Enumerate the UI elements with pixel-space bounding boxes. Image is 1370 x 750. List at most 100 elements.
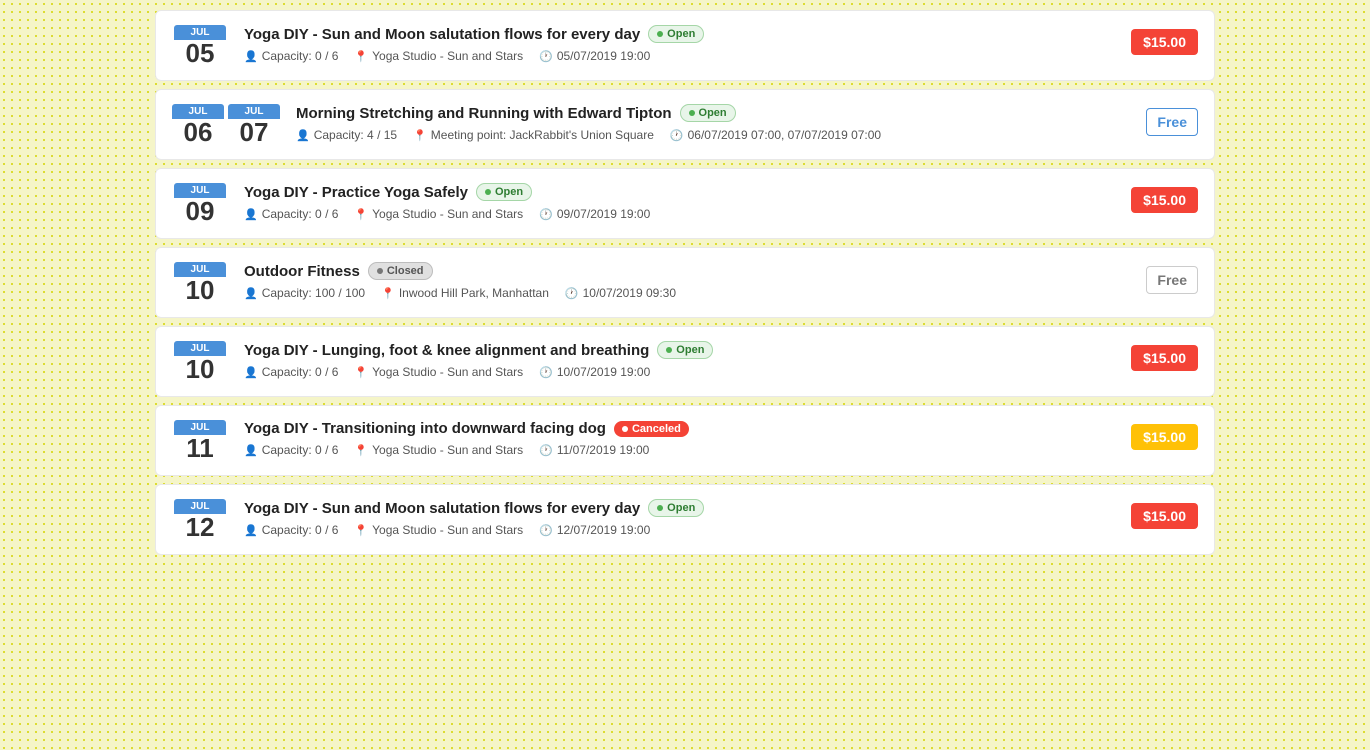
event-meta: 👤 Capacity: 4 / 15 📍 Meeting point: Jack… bbox=[296, 128, 1130, 142]
event-title: Morning Stretching and Running with Edwa… bbox=[296, 105, 672, 122]
person-icon: 👤 bbox=[244, 366, 258, 379]
location-icon: 📍 bbox=[354, 444, 368, 457]
event-title-row: Yoga DIY - Transitioning into downward f… bbox=[244, 420, 1115, 437]
location-text: Yoga Studio - Sun and Stars bbox=[372, 523, 523, 537]
location-meta: 📍 Inwood Hill Park, Manhattan bbox=[381, 286, 549, 300]
capacity-text: Capacity: 0 / 6 bbox=[262, 443, 339, 457]
location-text: Yoga Studio - Sun and Stars bbox=[372, 443, 523, 457]
event-content: Yoga DIY - Transitioning into downward f… bbox=[244, 420, 1115, 457]
price-label: Free bbox=[1146, 266, 1198, 294]
location-meta: 📍 Meeting point: JackRabbit's Union Squa… bbox=[413, 128, 654, 142]
capacity-meta: 👤 Capacity: 4 / 15 bbox=[296, 128, 397, 142]
price-badge: Free bbox=[1146, 104, 1198, 136]
event-title-row: Yoga DIY - Sun and Moon salutation flows… bbox=[244, 499, 1115, 517]
location-text: Yoga Studio - Sun and Stars bbox=[372, 49, 523, 63]
location-icon: 📍 bbox=[354, 524, 368, 537]
price-label: Free bbox=[1146, 108, 1198, 136]
event-meta: 👤 Capacity: 0 / 6 📍 Yoga Studio - Sun an… bbox=[244, 207, 1115, 221]
price-badge: Free bbox=[1146, 262, 1198, 294]
datetime-meta: 🕐 12/07/2019 19:00 bbox=[539, 523, 650, 537]
event-card[interactable]: JUL 10 Outdoor Fitness Closed 👤 Capacity… bbox=[155, 247, 1215, 318]
event-meta: 👤 Capacity: 0 / 6 📍 Yoga Studio - Sun an… bbox=[244, 523, 1115, 537]
price-badge: $15.00 bbox=[1131, 499, 1198, 529]
location-text: Inwood Hill Park, Manhattan bbox=[399, 286, 549, 300]
event-card[interactable]: JUL 11 Yoga DIY - Transitioning into dow… bbox=[155, 405, 1215, 476]
location-meta: 📍 Yoga Studio - Sun and Stars bbox=[354, 207, 523, 221]
price-label: $15.00 bbox=[1131, 424, 1198, 450]
event-content: Morning Stretching and Running with Edwa… bbox=[296, 104, 1130, 142]
price-badge: $15.00 bbox=[1131, 183, 1198, 213]
person-icon: 👤 bbox=[244, 524, 258, 537]
event-title-row: Yoga DIY - Lunging, foot & knee alignmen… bbox=[244, 341, 1115, 359]
date-day-2: 07 bbox=[240, 119, 269, 145]
events-list: JUL 05 Yoga DIY - Sun and Moon salutatio… bbox=[135, 0, 1235, 573]
clock-icon: 🕐 bbox=[539, 524, 553, 537]
price-badge: $15.00 bbox=[1131, 341, 1198, 371]
location-meta: 📍 Yoga Studio - Sun and Stars bbox=[354, 443, 523, 457]
status-badge: Open bbox=[648, 499, 704, 517]
event-card[interactable]: JUL 12 Yoga DIY - Sun and Moon salutatio… bbox=[155, 484, 1215, 555]
status-badge: Open bbox=[680, 104, 736, 122]
datetime-meta: 🕐 05/07/2019 19:00 bbox=[539, 49, 650, 63]
clock-icon: 🕐 bbox=[670, 129, 684, 142]
datetime-meta: 🕐 11/07/2019 19:00 bbox=[539, 443, 649, 457]
capacity-text: Capacity: 0 / 6 bbox=[262, 49, 339, 63]
event-title-row: Yoga DIY - Practice Yoga Safely Open bbox=[244, 183, 1115, 201]
clock-icon: 🕐 bbox=[539, 50, 553, 63]
person-icon: 👤 bbox=[244, 287, 258, 300]
event-card[interactable]: JUL 09 Yoga DIY - Practice Yoga Safely O… bbox=[155, 168, 1215, 239]
capacity-text: Capacity: 0 / 6 bbox=[262, 523, 339, 537]
price-label: $15.00 bbox=[1131, 503, 1198, 529]
date-badge: JUL 05 bbox=[172, 25, 228, 66]
event-content: Yoga DIY - Lunging, foot & knee alignmen… bbox=[244, 341, 1115, 379]
date-badge: JUL 12 bbox=[172, 499, 228, 540]
clock-icon: 🕐 bbox=[539, 208, 553, 221]
location-icon: 📍 bbox=[381, 287, 395, 300]
event-content: Outdoor Fitness Closed 👤 Capacity: 100 /… bbox=[244, 262, 1130, 300]
event-card[interactable]: JUL 05 Yoga DIY - Sun and Moon salutatio… bbox=[155, 10, 1215, 81]
person-icon: 👤 bbox=[244, 208, 258, 221]
capacity-meta: 👤 Capacity: 0 / 6 bbox=[244, 443, 338, 457]
location-meta: 📍 Yoga Studio - Sun and Stars bbox=[354, 523, 523, 537]
event-card[interactable]: JUL 10 Yoga DIY - Lunging, foot & knee a… bbox=[155, 326, 1215, 397]
status-badge: Canceled bbox=[614, 421, 689, 437]
location-meta: 📍 Yoga Studio - Sun and Stars bbox=[354, 49, 523, 63]
status-badge: Open bbox=[648, 25, 704, 43]
datetime-text: 05/07/2019 19:00 bbox=[557, 49, 650, 63]
price-label: $15.00 bbox=[1131, 345, 1198, 371]
date-badge: JUL 09 bbox=[172, 183, 228, 224]
event-title: Outdoor Fitness bbox=[244, 263, 360, 280]
date-badge: JUL 10 bbox=[172, 341, 228, 382]
capacity-meta: 👤 Capacity: 100 / 100 bbox=[244, 286, 365, 300]
capacity-text: Capacity: 4 / 15 bbox=[314, 128, 397, 142]
price-badge: $15.00 bbox=[1131, 25, 1198, 55]
capacity-meta: 👤 Capacity: 0 / 6 bbox=[244, 365, 338, 379]
location-meta: 📍 Yoga Studio - Sun and Stars bbox=[354, 365, 523, 379]
event-title-row: Outdoor Fitness Closed bbox=[244, 262, 1130, 280]
event-content: Yoga DIY - Sun and Moon salutation flows… bbox=[244, 25, 1115, 63]
price-label: $15.00 bbox=[1131, 187, 1198, 213]
capacity-meta: 👤 Capacity: 0 / 6 bbox=[244, 523, 338, 537]
datetime-text: 12/07/2019 19:00 bbox=[557, 523, 650, 537]
event-meta: 👤 Capacity: 0 / 6 📍 Yoga Studio - Sun an… bbox=[244, 49, 1115, 63]
event-meta: 👤 Capacity: 100 / 100 📍 Inwood Hill Park… bbox=[244, 286, 1130, 300]
event-title: Yoga DIY - Sun and Moon salutation flows… bbox=[244, 26, 640, 43]
date-day: 10 bbox=[186, 277, 215, 303]
date-day: 11 bbox=[186, 435, 214, 461]
event-title-row: Yoga DIY - Sun and Moon salutation flows… bbox=[244, 25, 1115, 43]
date-day: 12 bbox=[186, 514, 215, 540]
event-content: Yoga DIY - Practice Yoga Safely Open 👤 C… bbox=[244, 183, 1115, 221]
datetime-text: 10/07/2019 19:00 bbox=[557, 365, 650, 379]
capacity-meta: 👤 Capacity: 0 / 6 bbox=[244, 49, 338, 63]
person-icon: 👤 bbox=[296, 129, 310, 142]
clock-icon: 🕐 bbox=[565, 287, 579, 300]
datetime-text: 10/07/2019 09:30 bbox=[583, 286, 676, 300]
event-card[interactable]: JUL 06 JUL 07 Morning Stretching and Run… bbox=[155, 89, 1215, 160]
location-text: Yoga Studio - Sun and Stars bbox=[372, 365, 523, 379]
event-title: Yoga DIY - Lunging, foot & knee alignmen… bbox=[244, 342, 649, 359]
datetime-text: 11/07/2019 19:00 bbox=[557, 443, 650, 457]
capacity-text: Capacity: 100 / 100 bbox=[262, 286, 365, 300]
date-badge: JUL 06 JUL 07 bbox=[172, 104, 280, 145]
capacity-meta: 👤 Capacity: 0 / 6 bbox=[244, 207, 338, 221]
datetime-meta: 🕐 09/07/2019 19:00 bbox=[539, 207, 650, 221]
